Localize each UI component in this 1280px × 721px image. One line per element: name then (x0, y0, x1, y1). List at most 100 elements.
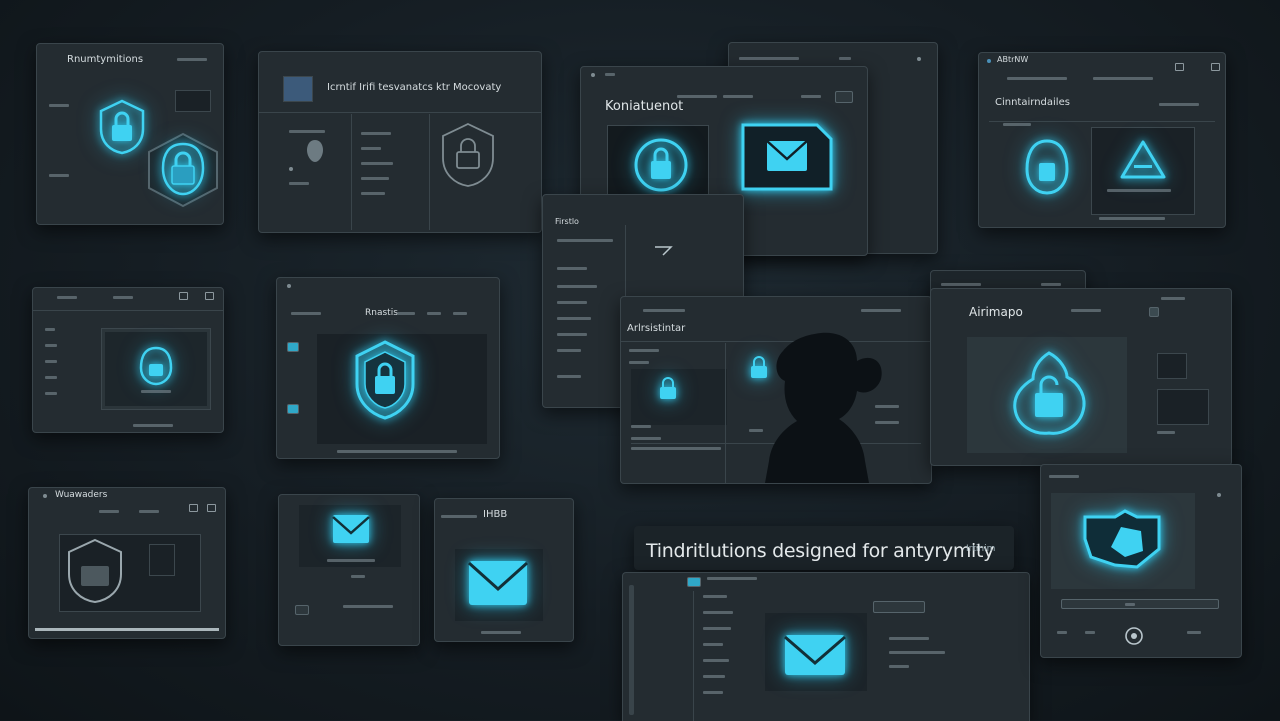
window-title: IHBB (483, 509, 508, 520)
preview-thumb[interactable] (1157, 389, 1209, 425)
progress-field[interactable] (1061, 599, 1219, 609)
list-line (875, 421, 899, 424)
footer-line (1057, 631, 1067, 634)
toolbar-line (49, 104, 69, 107)
list-line (557, 333, 587, 336)
caption-line (327, 559, 375, 562)
footer-line (133, 424, 173, 427)
panel-heading: Cinntairndailes (995, 97, 1070, 108)
toolbar-line (861, 309, 901, 312)
preview-thumb[interactable] (1157, 353, 1187, 379)
window-mail-inbox (278, 494, 420, 646)
bullet (917, 57, 921, 61)
window-secure-files: Icrntif Irifi tesvanatcs ktr Mocovaty (258, 51, 542, 233)
search-field[interactable] (873, 601, 925, 613)
list-line (631, 425, 651, 428)
divider (259, 112, 541, 113)
shield-outline-icon (68, 538, 122, 604)
toolbar-line (291, 312, 321, 315)
window-title: Rnumtymitions (67, 54, 144, 65)
caption-badge[interactable]: Irtinim (966, 544, 995, 554)
settings-icon[interactable] (1123, 625, 1145, 647)
toolbar-line (427, 312, 441, 315)
toolbar-line (1093, 77, 1153, 80)
window-title: Airimapo (969, 305, 1023, 319)
toolbar-line (941, 283, 981, 286)
toolbar-line (397, 312, 415, 315)
close-button[interactable] (835, 91, 853, 103)
footer-line (337, 450, 457, 453)
scrollbar[interactable] (629, 585, 634, 715)
footer-line (1187, 631, 1201, 634)
action-button[interactable] (295, 605, 309, 615)
divider (429, 114, 430, 230)
sidebar-button[interactable] (287, 342, 299, 352)
lock-icon (660, 377, 676, 399)
toolbar-line (643, 309, 685, 312)
minimize-button[interactable] (1175, 63, 1184, 71)
preview-thumb[interactable] (149, 544, 175, 576)
window-shield-broken (1040, 464, 1242, 658)
toolbar-line (739, 57, 799, 60)
window-lock-overview: Rnumtymitions (36, 43, 224, 225)
lock-tile[interactable] (631, 369, 727, 425)
minimize-button[interactable] (179, 292, 188, 300)
list-line (703, 659, 729, 662)
warning-icon (1120, 140, 1166, 179)
list-line (361, 177, 389, 180)
list-line (361, 132, 391, 135)
toolbar-line (453, 312, 467, 315)
window-icon (987, 59, 991, 63)
toolbar-line (177, 58, 207, 61)
list-line (703, 627, 731, 630)
shield-lock-icon (355, 340, 415, 420)
preview-thumb[interactable] (175, 90, 211, 112)
user-silhouette-icon (765, 332, 882, 483)
list-line (557, 267, 587, 270)
window-icon (1217, 493, 1221, 497)
app-button[interactable] (687, 577, 701, 587)
list-line (631, 447, 721, 450)
divider (351, 114, 352, 230)
toolbar-line (1007, 77, 1067, 80)
toolbar-line (1049, 475, 1079, 478)
toolbar-line (1071, 309, 1101, 312)
bullet (289, 167, 293, 171)
avatar-icon (307, 140, 323, 162)
sidebar-button[interactable] (287, 404, 299, 414)
list-line (45, 328, 55, 331)
list-line (875, 405, 899, 408)
close-button[interactable] (207, 504, 216, 512)
list-line (557, 285, 597, 288)
window-icon (287, 284, 291, 288)
toolbar-line (113, 296, 133, 299)
list-line (1125, 603, 1135, 606)
toolbar-line (99, 510, 119, 513)
window-shield-lock: Rnastis (276, 277, 500, 459)
tab-line (677, 95, 717, 98)
lock-icon (1025, 139, 1069, 195)
window-title: Arlrsistintar (627, 323, 686, 334)
list-line (703, 675, 725, 678)
broken-shield-icon (1083, 509, 1161, 569)
footer-line (343, 605, 393, 608)
list-line (289, 182, 309, 185)
list-line (45, 344, 57, 347)
list-line (703, 595, 727, 598)
window-title: Wuawaders (55, 490, 108, 500)
close-button[interactable] (205, 292, 214, 300)
broken-lock-icon (1013, 351, 1086, 435)
close-button[interactable] (1211, 63, 1220, 71)
toolbar-line (1041, 283, 1061, 286)
window-icon (43, 494, 47, 498)
minimize-button[interactable] (189, 504, 198, 512)
list-line (629, 361, 649, 364)
toolbar-line (139, 510, 159, 513)
list-line (703, 611, 733, 614)
check-icon (655, 246, 673, 256)
window-title: ABtrNW (997, 55, 1029, 64)
list-line (1159, 103, 1199, 106)
sidebar-button[interactable] (1149, 307, 1159, 317)
divider (725, 343, 726, 483)
list-line (361, 147, 381, 150)
